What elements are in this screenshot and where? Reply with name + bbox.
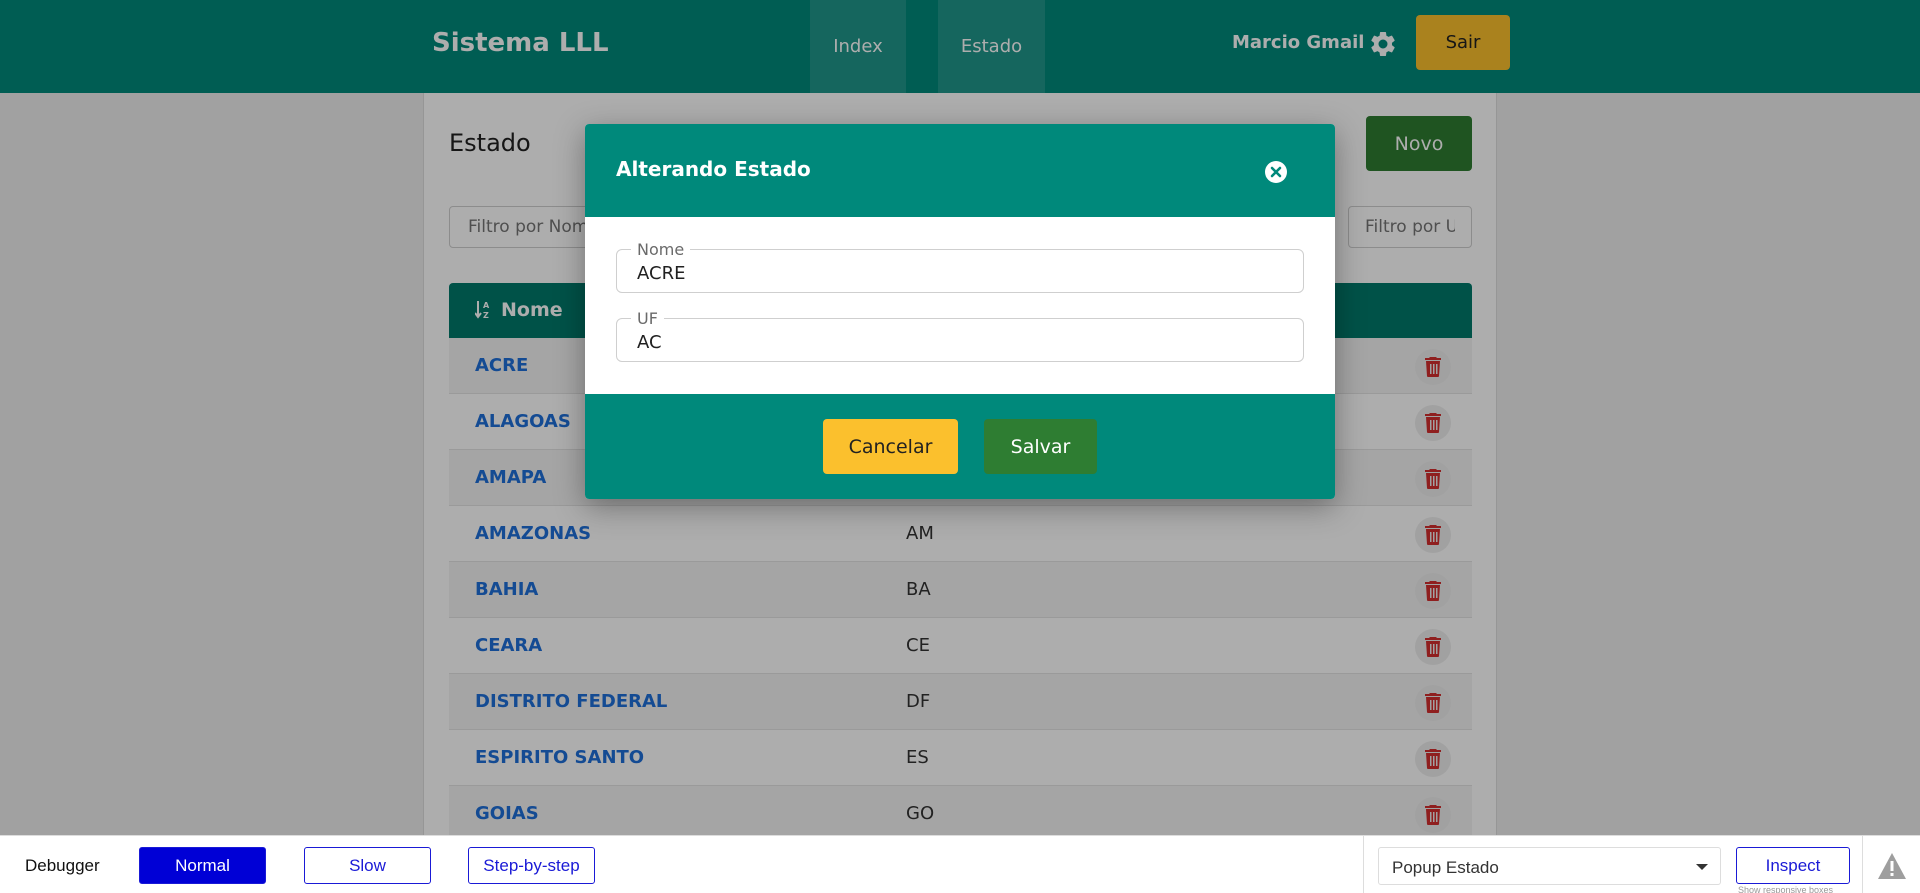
close-icon[interactable] xyxy=(1264,160,1288,184)
nome-field-label: Nome xyxy=(631,240,691,259)
divider xyxy=(1363,836,1364,893)
nome-field-value[interactable]: ACRE xyxy=(637,263,685,284)
debug-mode-slow[interactable]: Slow xyxy=(304,847,431,884)
save-button[interactable]: Salvar xyxy=(984,419,1097,474)
responsive-boxes-hint[interactable]: Show responsive boxes xyxy=(1738,885,1833,893)
uf-field-label: UF xyxy=(631,309,664,328)
cancel-button[interactable]: Cancelar xyxy=(823,419,958,474)
inspect-button[interactable]: Inspect xyxy=(1736,847,1850,884)
edit-estado-modal: Alterando Estado Nome ACRE UF AC Cancela… xyxy=(585,124,1335,499)
uf-field-value[interactable]: AC xyxy=(637,332,662,353)
modal-header: Alterando Estado xyxy=(585,124,1335,217)
debug-mode-normal[interactable]: Normal xyxy=(139,847,266,884)
debug-mode-step[interactable]: Step-by-step xyxy=(468,847,595,884)
modal-footer: Cancelar Salvar xyxy=(585,394,1335,499)
debugger-bar: Debugger Normal Slow Step-by-step Popup … xyxy=(0,835,1920,893)
popup-select-value: Popup Estado xyxy=(1392,858,1499,877)
debugger-label: Debugger xyxy=(25,856,100,875)
warning-icon[interactable] xyxy=(1877,852,1907,880)
divider xyxy=(1862,836,1863,893)
nome-field[interactable]: Nome ACRE xyxy=(616,240,1304,293)
chevron-down-icon xyxy=(1696,864,1708,870)
modal-title: Alterando Estado xyxy=(616,157,811,181)
uf-field[interactable]: UF AC xyxy=(616,309,1304,362)
popup-select[interactable]: Popup Estado xyxy=(1378,847,1721,885)
